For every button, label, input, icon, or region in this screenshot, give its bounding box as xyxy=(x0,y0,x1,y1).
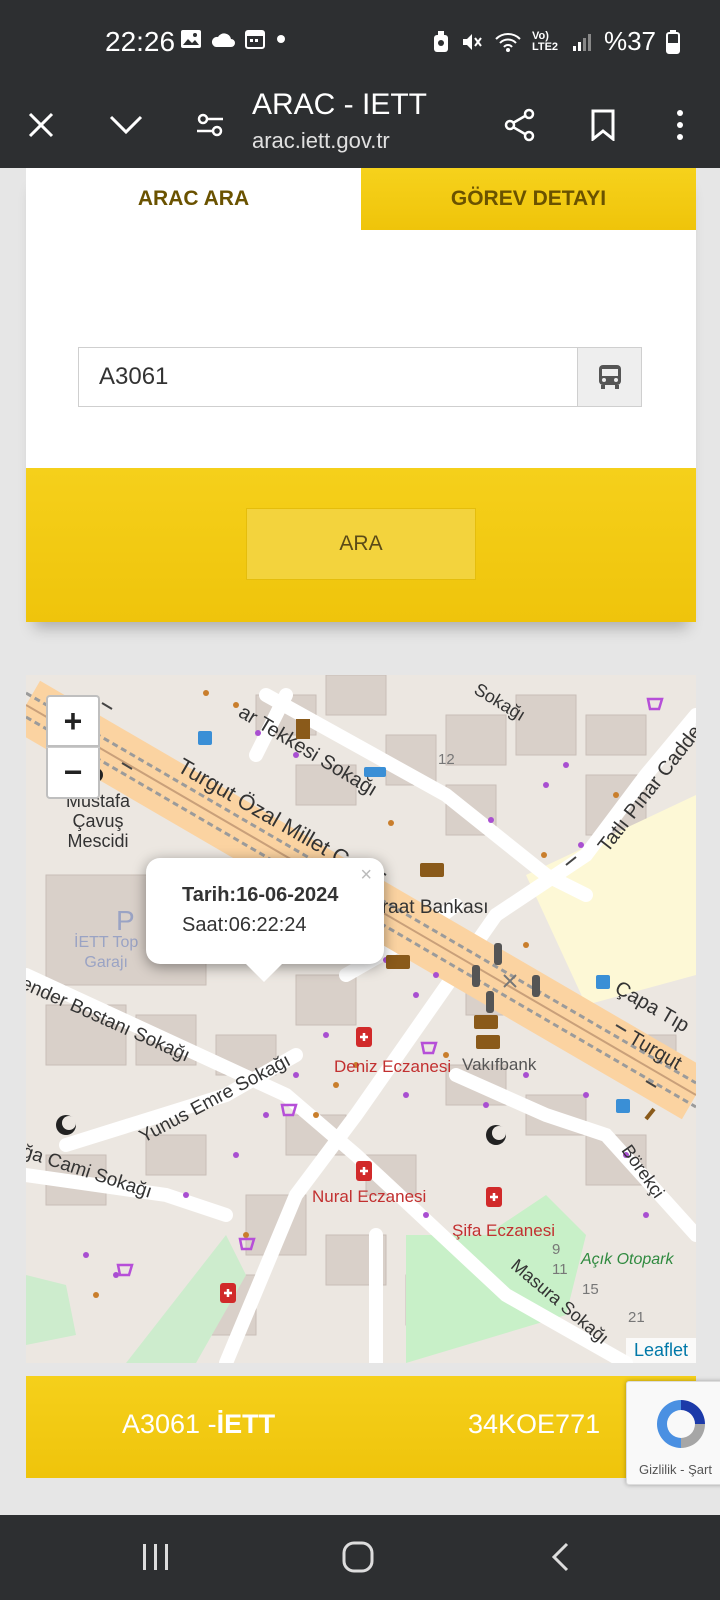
battery-label: %37 xyxy=(603,26,656,56)
recent-apps-icon[interactable] xyxy=(126,1531,186,1583)
chevron-down-icon[interactable] xyxy=(101,100,151,150)
battery-icon xyxy=(666,29,680,54)
search-action-panel: ARA xyxy=(26,468,696,622)
bus-icon[interactable] xyxy=(577,348,641,406)
vehicle-operator: İETT xyxy=(216,1409,276,1439)
map-label: 15 xyxy=(582,1281,599,1298)
page-content: ARAC ARA GÖREV DETAYI ARA xyxy=(0,168,720,1515)
mute-icon xyxy=(462,33,482,50)
wifi-icon xyxy=(495,32,521,52)
share-icon[interactable] xyxy=(495,100,545,150)
tab-arac-ara[interactable]: ARAC ARA xyxy=(26,168,361,230)
zoom-out-button[interactable]: − xyxy=(46,747,100,799)
signal-icon xyxy=(572,33,591,51)
map-label: 12 xyxy=(438,751,455,768)
map[interactable]: ar Tekkesi Sokağı Sokağı Turgut Özal Mil… xyxy=(26,675,696,1363)
map-label: 11 xyxy=(552,1261,568,1278)
home-icon[interactable] xyxy=(328,1531,388,1583)
close-icon[interactable] xyxy=(16,100,66,150)
recaptcha-icon xyxy=(657,1400,705,1448)
zoom-in-button[interactable]: + xyxy=(46,695,100,747)
map-label: Nural Eczanesi xyxy=(312,1187,427,1206)
status-right-icons: Vo) LTE2 %37 xyxy=(432,26,680,57)
map-label: 9 xyxy=(552,1241,561,1258)
system-nav-bar xyxy=(0,1515,720,1600)
tab-gorev-detayi[interactable]: GÖREV DETAYI xyxy=(361,168,696,230)
map-label: İETT Top Garajı xyxy=(74,934,139,971)
more-options-icon[interactable] xyxy=(655,100,705,150)
browser-toolbar: ARAC - IETT arac.iett.gov.tr xyxy=(0,86,720,168)
map-label: Şifa Eczanesi xyxy=(452,1221,555,1240)
alarm-icon xyxy=(433,30,448,52)
map-label: Mustafa Çavuş Mescidi xyxy=(66,791,131,851)
site-settings-icon[interactable] xyxy=(185,100,235,150)
map-label: Vakıfbank xyxy=(462,1055,537,1074)
ara-button[interactable]: ARA xyxy=(246,508,476,580)
vehicle-info: A3061 -İETT xyxy=(122,1409,275,1440)
vehicle-code: A3061 - xyxy=(122,1409,217,1439)
vehicle-plate: 34KOE771 xyxy=(468,1409,601,1439)
recaptcha-text[interactable]: Gizlilik - Şart xyxy=(639,1462,712,1477)
recaptcha-badge[interactable]: Gizlilik - Şart xyxy=(626,1381,720,1485)
vehicle-search-input[interactable] xyxy=(79,348,577,406)
vehicle-info-bar: A3061 -İETT 34KOE771 xyxy=(26,1376,696,1478)
dot-icon xyxy=(277,35,285,43)
map-label: Ziraat Bankası xyxy=(366,897,489,918)
network-label: Vo) LTE2 xyxy=(531,29,559,53)
image-icon xyxy=(181,30,201,48)
map-popup: Tarih:16-06-2024 Saat:06:22:24 × xyxy=(146,858,384,982)
map-label: 21 xyxy=(628,1309,645,1326)
map-label: Açık Otopark xyxy=(581,1251,674,1268)
page-title: ARAC - IETT xyxy=(252,88,428,121)
status-time: 22:26 xyxy=(105,26,176,57)
page-url: arac.iett.gov.tr xyxy=(252,128,390,153)
status-left-icons xyxy=(180,28,288,50)
calendar-icon xyxy=(245,30,265,49)
bookmark-icon[interactable] xyxy=(578,100,628,150)
vehicle-search-group xyxy=(78,347,642,407)
map-label: Deniz Eczanesi xyxy=(334,1057,452,1076)
cloud-icon xyxy=(211,33,235,47)
popup-close-button[interactable]: × xyxy=(360,864,372,887)
search-card: ARAC ARA GÖREV DETAYI ARA xyxy=(26,168,696,622)
popup-date: Tarih:16-06-2024 xyxy=(182,884,339,906)
status-bar: 22:26 Vo) LTE2 %37 xyxy=(0,0,720,86)
back-icon[interactable] xyxy=(530,1531,590,1583)
leaflet-attribution-link[interactable]: Leaflet xyxy=(625,1338,696,1363)
popup-time: Saat:06:22:24 xyxy=(182,914,307,936)
